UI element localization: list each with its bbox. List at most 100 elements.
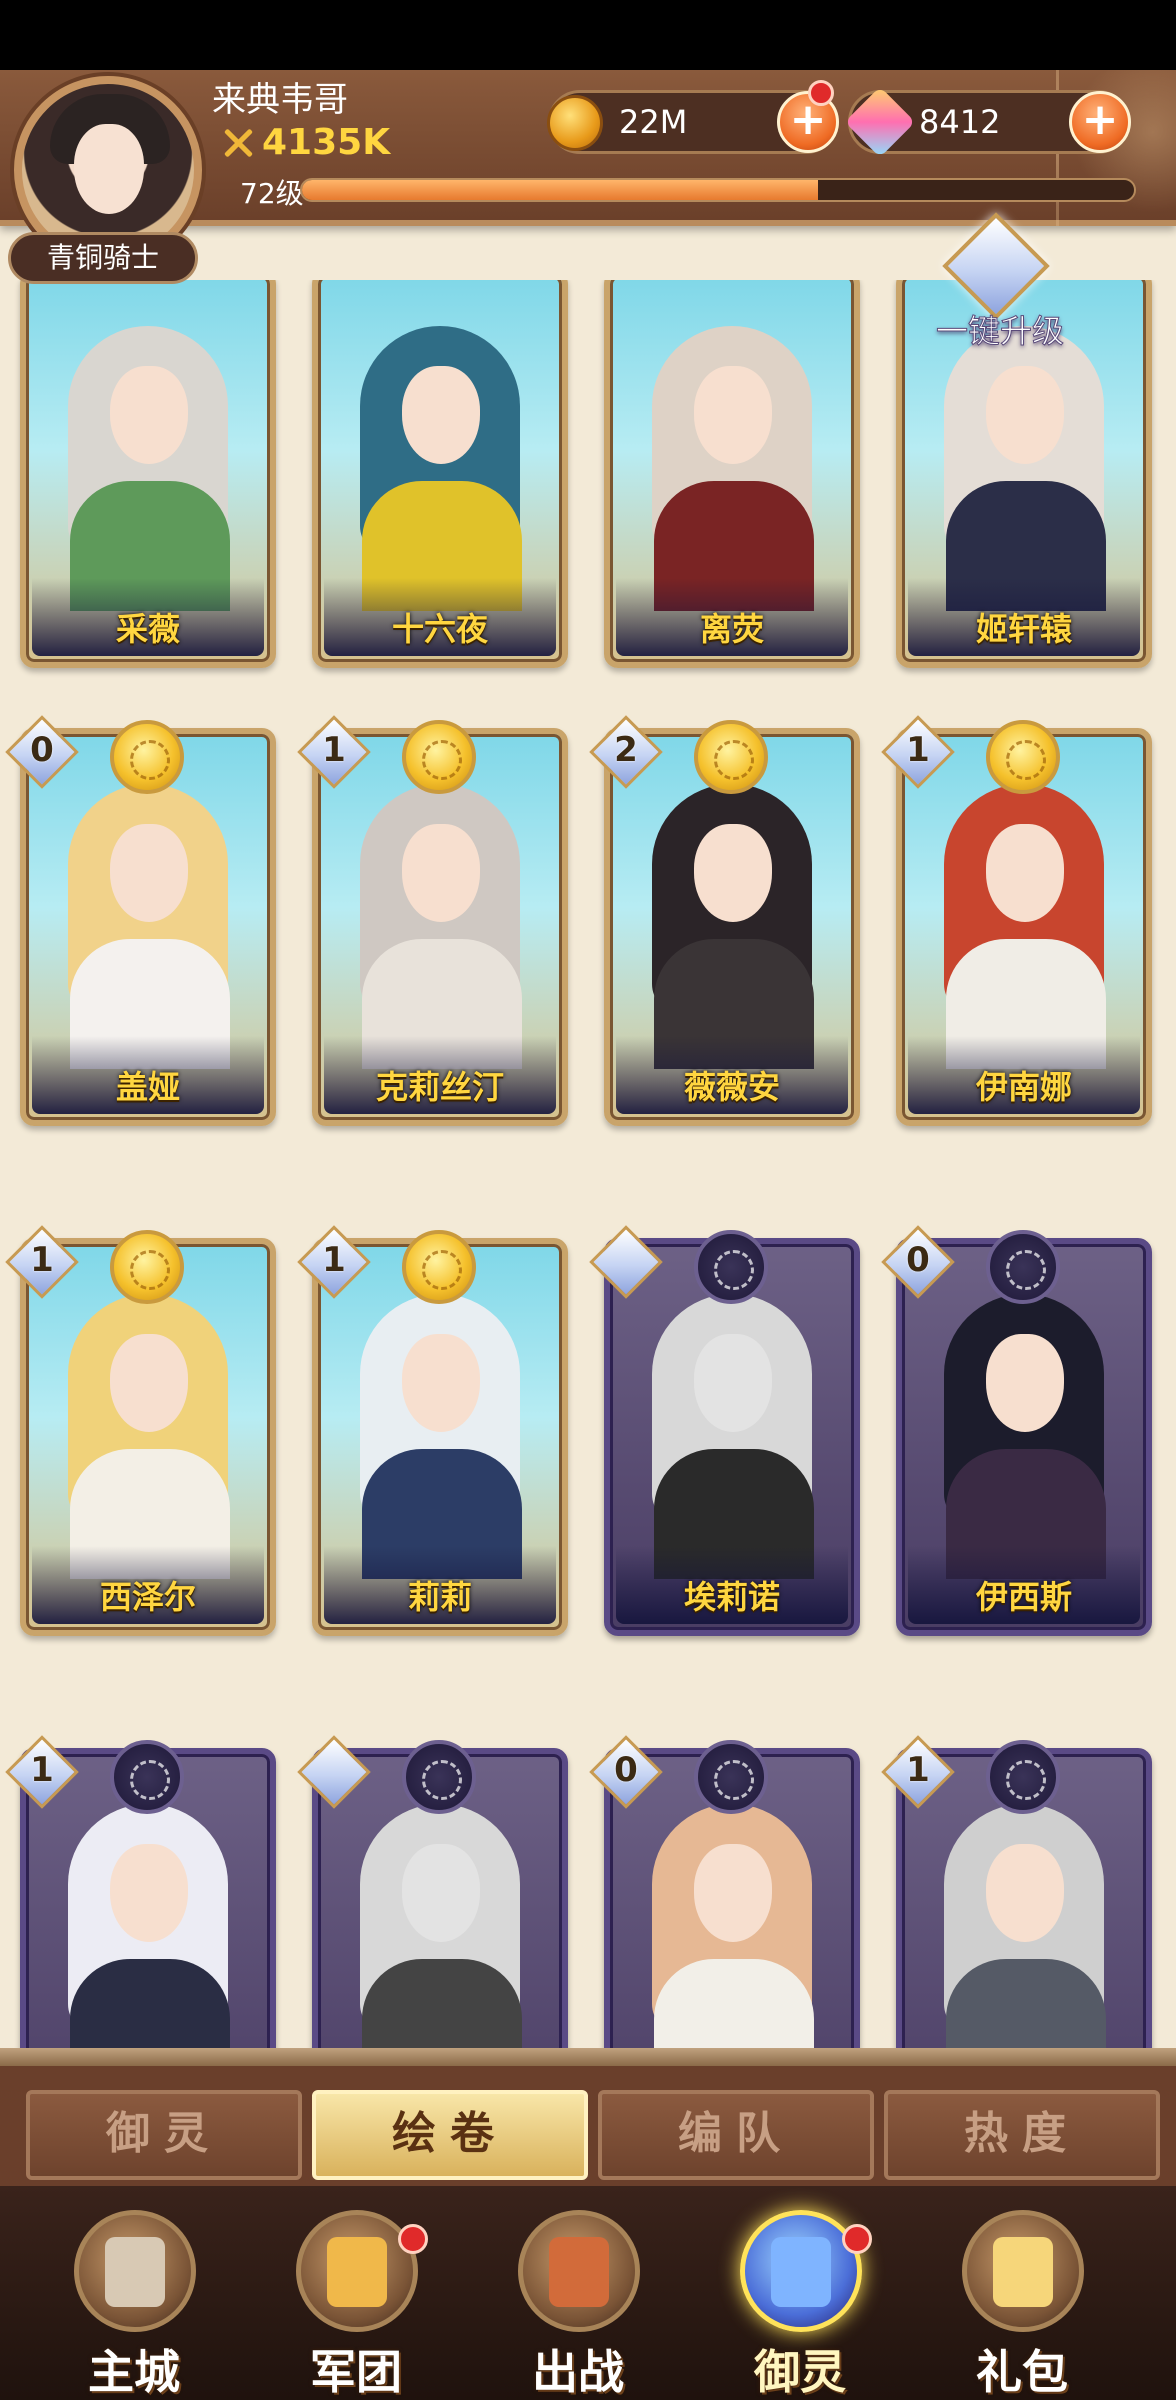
web-medal-icon [402, 1740, 476, 1814]
status-bar [0, 0, 1176, 70]
star-level-badge: 1 [5, 1735, 79, 1809]
character-portrait [332, 1274, 548, 1579]
tab-1[interactable]: 绘卷 [312, 2090, 588, 2180]
character-name: 西泽尔 [99, 1578, 196, 1616]
portrait-face [110, 1334, 188, 1432]
star-level-badge: 1 [881, 1735, 955, 1809]
upgrade-all-button[interactable]: 一键升级 [900, 212, 1100, 362]
character-card[interactable]: 1 [5, 1735, 276, 2050]
gem-counter: 8412 + [844, 86, 1131, 158]
tab-2[interactable]: 编队 [598, 2090, 874, 2180]
rose-medal-icon [986, 720, 1060, 794]
character-portrait [40, 764, 256, 1069]
star-level: 1 [322, 730, 346, 770]
star-level-badge: 2 [589, 715, 663, 789]
character-card[interactable]: 采薇 [20, 280, 276, 668]
character-portrait [916, 1274, 1132, 1579]
character-portrait [916, 764, 1132, 1069]
character-portrait [40, 1784, 256, 2050]
nav-item-3[interactable]: 御灵 [700, 2186, 900, 2400]
star-level-badge: 1 [297, 1225, 371, 1299]
nav-notification-dot [398, 2224, 428, 2254]
gold-notification-dot [808, 80, 834, 106]
tab-0[interactable]: 御灵 [26, 2090, 302, 2180]
nav-label: 出战 [532, 2345, 624, 2399]
star-level-badge [589, 1225, 663, 1299]
character-name: 克莉丝汀 [375, 1068, 504, 1106]
rose-medal-icon [694, 720, 768, 794]
character-card[interactable]: 1 [881, 1735, 1152, 2050]
star-level: 1 [906, 730, 930, 770]
character-name: 盖娅 [115, 1068, 180, 1106]
web-medal-icon [694, 1230, 768, 1304]
character-portrait [624, 306, 840, 611]
nav-icon-glyph [105, 2237, 165, 2307]
portrait-body [362, 1959, 522, 2050]
portrait-face [986, 824, 1064, 922]
web-medal-icon [986, 1230, 1060, 1304]
star-level: 1 [30, 1240, 54, 1280]
nav-item-1[interactable]: 军团 [256, 2186, 456, 2400]
upgrade-diamond-icon [942, 212, 1050, 320]
character-card[interactable]: 西泽尔 1 [5, 1225, 276, 1636]
character-card[interactable]: 0 [589, 1735, 860, 2050]
character-portrait [332, 764, 548, 1069]
nav-label: 礼包 [976, 2345, 1068, 2399]
character-name: 姬轩辕 [975, 610, 1072, 648]
avatar-face [74, 124, 144, 214]
nav-item-0[interactable]: 主城 [34, 2186, 234, 2400]
character-portrait [624, 764, 840, 1069]
character-card[interactable]: 克莉丝汀 1 [297, 715, 568, 1126]
star-diamond-icon [589, 1225, 663, 1299]
character-card[interactable] [297, 1735, 568, 2050]
star-level: 2 [614, 730, 638, 770]
character-card[interactable]: 薇薇安 2 [589, 715, 860, 1126]
portrait-face [694, 824, 772, 922]
portrait-face [986, 366, 1064, 464]
nav-label: 军团 [310, 2345, 402, 2399]
star-level: 0 [30, 730, 54, 770]
nav-item-4[interactable]: 礼包 [922, 2186, 1122, 2400]
gold-value: 22M [619, 103, 688, 141]
nav-icon-glyph [771, 2237, 831, 2307]
character-card[interactable]: 盖娅 0 [5, 715, 276, 1126]
web-medal-icon [986, 1740, 1060, 1814]
player-name: 来典韦哥 [212, 80, 348, 120]
combat-power: 4135K [220, 122, 390, 163]
character-portrait [916, 1784, 1132, 2050]
portrait-face [694, 1844, 772, 1942]
bottom-navigation: 主城 军团 出战 御灵 礼包 [0, 2186, 1176, 2400]
star-level: 0 [614, 1750, 638, 1790]
star-level-badge: 1 [297, 715, 371, 789]
nav-notification-dot [842, 2224, 872, 2254]
character-card[interactable]: 伊西斯 0 [881, 1225, 1152, 1636]
character-portrait [332, 306, 548, 611]
character-grid[interactable]: 采薇 十六夜 离荧 姬轩辕盖娅 0 克莉丝汀 1 薇薇安 2 伊南娜 1 西泽尔 1 莉莉 1 埃莉诺 伊西斯 0… [0, 280, 1176, 2050]
character-name: 莉莉 [407, 1578, 472, 1616]
character-card[interactable]: 莉莉 1 [297, 1225, 568, 1636]
portrait-body [654, 1959, 814, 2050]
character-card[interactable]: 伊南娜 1 [881, 715, 1152, 1126]
character-name: 埃莉诺 [683, 1578, 780, 1616]
nav-item-2[interactable]: 出战 [478, 2186, 678, 2400]
sub-tab-bar: 御灵 绘卷 编队 热度 [0, 2066, 1176, 2186]
portrait-face [694, 1334, 772, 1432]
portrait-body [70, 1959, 230, 2050]
gem-value: 8412 [919, 103, 1001, 141]
nav-label: 主城 [88, 2345, 180, 2399]
xp-bar [300, 178, 1136, 202]
character-card[interactable]: 离荧 [604, 280, 860, 668]
star-level-badge: 0 [5, 715, 79, 789]
portrait-face [986, 1334, 1064, 1432]
character-card[interactable]: 埃莉诺 [589, 1225, 860, 1636]
character-portrait [332, 1784, 548, 2050]
character-card[interactable]: 十六夜 [312, 280, 568, 668]
upgrade-all-label: 一键升级 [935, 312, 1064, 351]
add-gems-button[interactable]: + [1069, 91, 1131, 153]
web-medal-icon [694, 1740, 768, 1814]
character-name: 十六夜 [391, 610, 488, 648]
star-level: 1 [30, 1750, 54, 1790]
tab-3[interactable]: 热度 [884, 2090, 1160, 2180]
star-level-badge: 0 [881, 1225, 955, 1299]
star-diamond-icon [297, 1735, 371, 1809]
